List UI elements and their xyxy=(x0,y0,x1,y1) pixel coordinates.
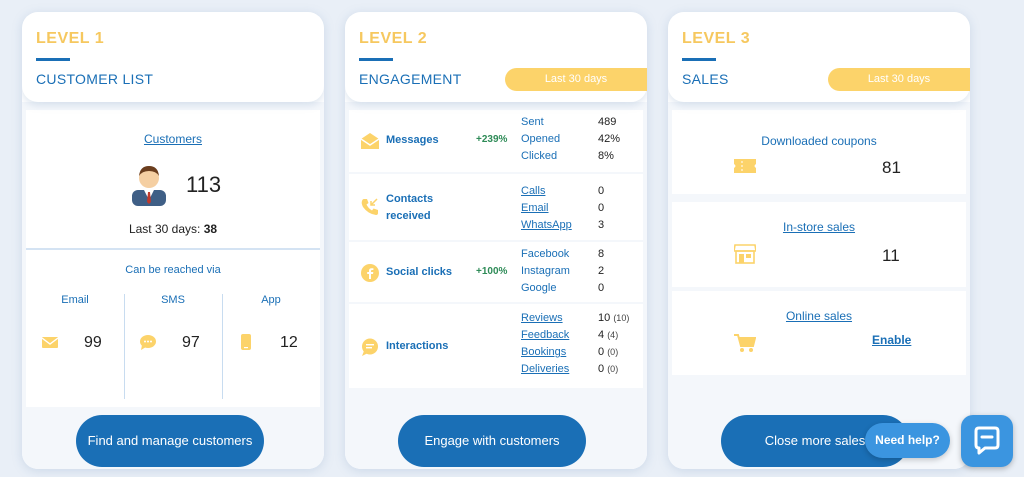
engagement-row-social: Social clicks +100% Facebook 8 Instagram… xyxy=(349,242,643,302)
item-value: 42% xyxy=(598,133,621,145)
item-value: 0 xyxy=(598,282,605,294)
ticket-icon xyxy=(734,159,756,173)
item-value: 0 (0) xyxy=(598,346,619,358)
calls-link[interactable]: Calls xyxy=(521,185,545,197)
enable-online-sales-link[interactable]: Enable xyxy=(872,333,911,347)
row-label: Interactions xyxy=(386,340,449,352)
find-manage-customers-button[interactable]: Find and manage customers xyxy=(76,415,264,467)
item-label: Instagram xyxy=(521,265,570,277)
item-label: Sent xyxy=(521,116,544,128)
instore-sales: In-store sales 11 xyxy=(672,202,966,287)
period-badge: Last 30 days xyxy=(505,68,647,91)
item-label: Clicked xyxy=(521,150,558,162)
envelope-open-icon xyxy=(361,133,379,149)
card-body: Customers 113 Last 30 days: 38 Can be re… xyxy=(22,102,324,469)
online-sales-link[interactable]: Online sales xyxy=(672,309,966,323)
item-value: 8 xyxy=(598,248,605,260)
last-30-label: Last 30 days: xyxy=(128,222,201,236)
customers-summary: Customers 113 Last 30 days: 38 xyxy=(26,110,320,252)
channel-app: App 12 xyxy=(222,294,320,399)
bookings-link[interactable]: Bookings xyxy=(521,346,566,358)
change-percent: +100% xyxy=(476,266,508,277)
chat-icon xyxy=(974,426,1000,455)
channel-label: App xyxy=(261,294,281,306)
level-label: LEVEL 3 xyxy=(682,30,751,47)
customer-count: 113 xyxy=(186,172,222,197)
divider xyxy=(26,248,320,250)
whatsapp-link[interactable]: WhatsApp xyxy=(521,219,572,231)
reach-label: Can be reached via xyxy=(125,264,221,276)
card-header: LEVEL 1 CUSTOMER LIST xyxy=(22,12,324,102)
channel-value: 99 xyxy=(84,334,102,351)
need-help-bubble[interactable]: Need help? xyxy=(865,423,950,458)
instore-value: 11 xyxy=(882,246,900,265)
channel-label: SMS xyxy=(161,294,185,306)
engagement-card: LEVEL 2 ENGAGEMENT Last 30 days Messages… xyxy=(345,12,647,469)
engagement-row-interactions: Interactions Reviews 10 (10) Feedback 4 … xyxy=(349,304,643,388)
online-sales: Online sales Enable xyxy=(672,291,966,375)
reviews-link[interactable]: Reviews xyxy=(521,312,563,324)
period-badge: Last 30 days xyxy=(828,68,970,91)
channel-label: Email xyxy=(61,294,89,306)
level-label: LEVEL 1 xyxy=(36,30,105,47)
card-title: ENGAGEMENT xyxy=(359,71,462,87)
engage-customers-button[interactable]: Engage with customers xyxy=(398,415,586,467)
coupons-label: Downloaded coupons xyxy=(761,134,877,148)
channel-sms: SMS 97 xyxy=(124,294,222,399)
sales-card: LEVEL 3 SALES Last 30 days Downloaded co… xyxy=(668,12,970,469)
item-value: 0 xyxy=(598,185,605,197)
row-label: Messages xyxy=(386,134,439,146)
item-label: Opened xyxy=(521,133,561,145)
facebook-icon xyxy=(361,264,379,282)
item-value: 4 (4) xyxy=(598,329,619,341)
card-body: Downloaded coupons 81 In-store sales 11 … xyxy=(668,102,970,469)
coupons-value: 81 xyxy=(882,158,901,177)
level-label: LEVEL 2 xyxy=(359,30,428,47)
row-label: Social clicks xyxy=(386,266,453,278)
item-value: 8% xyxy=(598,150,614,162)
customers-link[interactable]: Customers xyxy=(144,132,202,146)
channel-value: 12 xyxy=(280,334,298,351)
level-underline xyxy=(359,58,393,61)
speech-bubble-icon xyxy=(362,338,378,356)
cart-icon xyxy=(734,334,756,352)
card-header: LEVEL 3 SALES Last 30 days xyxy=(668,12,970,102)
email-link[interactable]: Email xyxy=(521,202,549,214)
last-30-value: 38 xyxy=(203,222,218,236)
engagement-row-contacts: Contacts received Calls 0 Email 0 WhatsA… xyxy=(349,174,643,240)
card-header: LEVEL 2 ENGAGEMENT Last 30 days xyxy=(345,12,647,102)
item-value: 2 xyxy=(598,265,605,277)
deliveries-link[interactable]: Deliveries xyxy=(521,363,569,375)
item-label: Google xyxy=(521,282,557,294)
instore-sales-link[interactable]: In-store sales xyxy=(672,220,966,234)
phone-incoming-icon xyxy=(361,198,378,215)
item-value: 3 xyxy=(598,219,605,231)
card-title: CUSTOMER LIST xyxy=(36,71,154,87)
phone-icon xyxy=(241,334,251,350)
feedback-link[interactable]: Feedback xyxy=(521,329,569,341)
item-label: Facebook xyxy=(521,248,570,260)
change-percent: +239% xyxy=(476,134,508,145)
level-underline xyxy=(36,58,70,61)
card-body: Messages +239% Sent 489 Opened 42% Click… xyxy=(345,102,647,469)
reach-channels: Can be reached via Email 99 SMS 97 App 1… xyxy=(26,252,320,407)
engagement-row-messages: Messages +239% Sent 489 Opened 42% Click… xyxy=(349,110,643,172)
item-value: 10 (10) xyxy=(598,312,630,324)
item-value: 0 (0) xyxy=(598,363,619,375)
row-label: Contacts received xyxy=(386,193,434,222)
item-value: 0 xyxy=(598,202,605,214)
item-value: 489 xyxy=(598,116,617,128)
channel-email: Email 99 xyxy=(26,294,124,399)
downloaded-coupons: Downloaded coupons 81 xyxy=(672,110,966,194)
card-title: SALES xyxy=(682,71,729,87)
last-30-days: Last 30 days: 38 xyxy=(26,222,320,236)
customer-avatar-icon xyxy=(132,166,166,206)
store-icon xyxy=(734,244,756,264)
envelope-icon xyxy=(42,337,58,348)
customer-list-card: LEVEL 1 CUSTOMER LIST Customers 113 Last… xyxy=(22,12,324,469)
chat-bubble-icon xyxy=(140,335,156,350)
channel-value: 97 xyxy=(182,334,200,351)
help-chat-button[interactable] xyxy=(961,415,1013,467)
level-underline xyxy=(682,58,716,61)
